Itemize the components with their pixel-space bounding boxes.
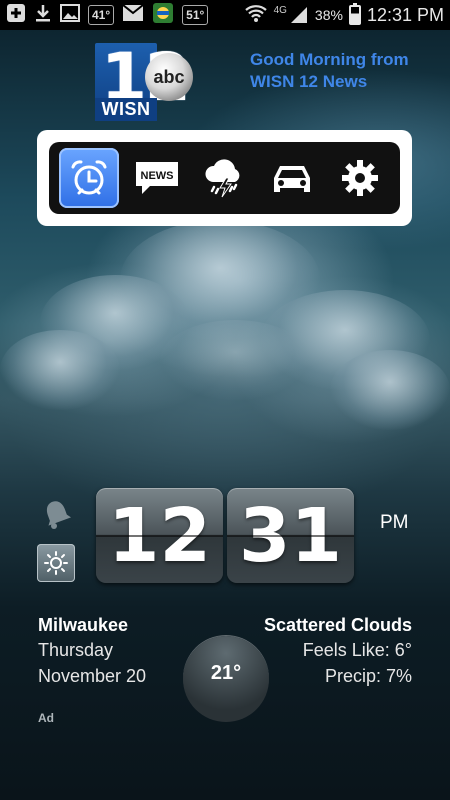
wifi-icon (244, 3, 268, 28)
svg-text:NEWS: NEWS (140, 170, 173, 182)
city-name: Milwaukee (38, 615, 129, 635)
wisn-logo: 12 abc WISN (95, 39, 195, 121)
temperature-badge-icon: 51° (182, 5, 209, 25)
current-temperature: 21° (210, 662, 242, 684)
weather-badge-icon: 41° (88, 5, 115, 25)
news-icon: NEWS (135, 162, 178, 194)
plus-icon (6, 3, 26, 28)
status-bar: 41° 51° 4G 38% 12:31 PM (0, 0, 450, 30)
gear-icon (342, 160, 379, 196)
app-badge-icon (152, 2, 174, 29)
precip-chance: Precip: 7% (324, 666, 412, 686)
battery-percent: 38% (314, 7, 343, 23)
toolbar-frame: NEWS (37, 130, 412, 226)
download-icon (34, 3, 52, 28)
image-icon (60, 3, 80, 27)
bell-icon (46, 501, 72, 529)
weather-button[interactable] (194, 148, 254, 208)
battery-icon (348, 3, 361, 25)
clock-ampm: PM (380, 512, 409, 533)
brightness-button[interactable] (37, 544, 75, 582)
clock-hour: 12 (96, 488, 223, 583)
traffic-button[interactable] (262, 148, 322, 208)
alarm-clock-icon (71, 160, 107, 195)
lte-signal-icon: 4G (274, 5, 309, 25)
gmail-icon (122, 3, 144, 27)
clock-minute: 31 (227, 488, 354, 583)
storm-icon (205, 159, 240, 198)
sun-icon (44, 551, 68, 575)
weather-condition: Scattered Clouds (263, 615, 412, 635)
settings-button[interactable] (330, 148, 390, 208)
status-time: 12:31 PM (366, 4, 444, 25)
date-text: November 20 (38, 666, 147, 686)
toolbar: NEWS (49, 142, 400, 214)
alarm-clock-button[interactable] (58, 148, 119, 208)
news-button[interactable]: NEWS (127, 148, 187, 208)
alarm-bell-button[interactable] (40, 497, 74, 531)
car-icon (274, 166, 311, 192)
feels-like: Feels Like: 6° (302, 640, 412, 660)
ad-label: Ad (38, 711, 54, 725)
greeting-text: Good Morning from WISN 12 News (250, 50, 409, 91)
day-of-week: Thursday (38, 640, 114, 660)
